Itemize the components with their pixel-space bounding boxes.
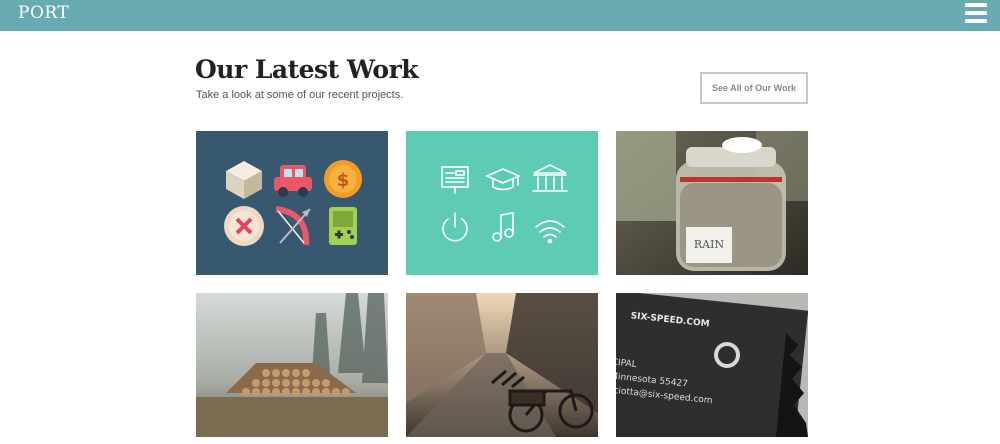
button-icon bbox=[224, 206, 264, 246]
coin-icon: $ bbox=[324, 160, 362, 198]
svg-text:RAIN: RAIN bbox=[694, 238, 725, 251]
jar-image: RAIN bbox=[676, 137, 786, 271]
svg-text:$: $ bbox=[337, 170, 350, 191]
hamburger-icon[interactable] bbox=[965, 3, 987, 23]
portfolio-item-bicycle-street[interactable] bbox=[406, 293, 598, 437]
portfolio-item-line-icons[interactable] bbox=[406, 131, 598, 275]
portfolio-item-business-card[interactable]: SIX-SPEED.COM CIPAL Minnesota 55427 scio… bbox=[616, 293, 808, 437]
portfolio-item-log-pile[interactable] bbox=[196, 293, 388, 437]
top-navbar: PORT bbox=[0, 0, 1000, 31]
business-card-image: SIX-SPEED.COM CIPAL Minnesota 55427 scio… bbox=[616, 293, 808, 437]
gameboy-icon bbox=[329, 207, 357, 245]
svg-text:CIPAL: CIPAL bbox=[616, 358, 637, 371]
section-title: Our Latest Work bbox=[195, 55, 419, 84]
section-subtitle: Take a look at some of our recent projec… bbox=[196, 89, 404, 101]
portfolio-item-flat-icons[interactable]: $ bbox=[196, 131, 388, 275]
logo[interactable]: PORT bbox=[18, 3, 69, 23]
portfolio-item-rain-jar[interactable]: RAIN bbox=[616, 131, 808, 275]
see-all-work-button[interactable]: See All of Our Work bbox=[700, 72, 808, 104]
